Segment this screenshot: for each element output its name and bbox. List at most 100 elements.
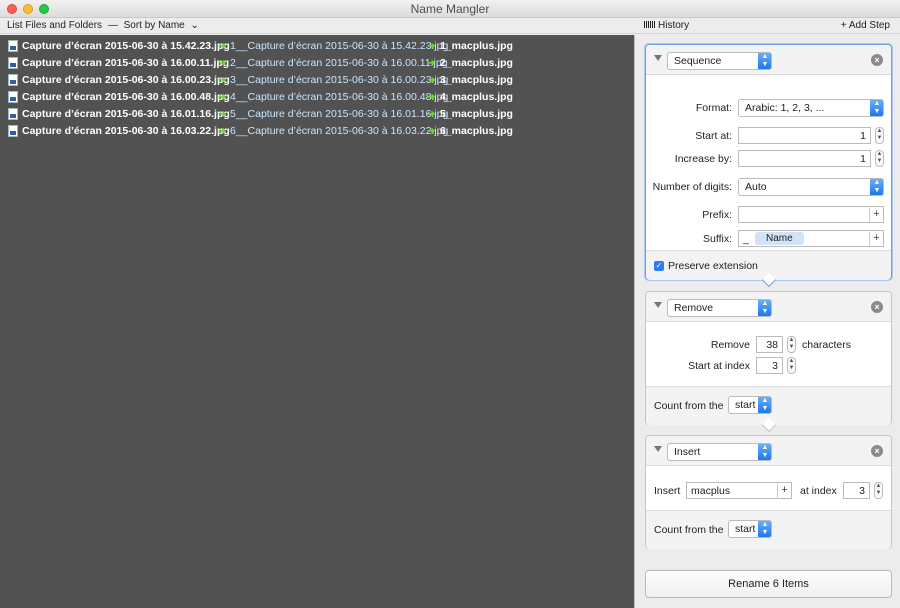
format-popup[interactable]: Arabic: 1, 2, 3, ... ▲ ▼ <box>738 99 884 117</box>
count-from-label: Count from the <box>654 524 724 536</box>
remove-step-header: Remove ▲ ▼ × <box>646 292 891 322</box>
disclosure-triangle-icon[interactable] <box>654 55 662 61</box>
start-at-index-stepper[interactable]: ▲ ▼ <box>787 357 796 374</box>
arrow-right-icon: ➜ <box>218 109 227 120</box>
popup-arrows-icon: ▲ ▼ <box>758 521 771 537</box>
remove-step-icon[interactable]: × <box>871 445 883 457</box>
disclosure-triangle-icon[interactable] <box>654 302 662 308</box>
popup-arrows-icon: ▲ ▼ <box>870 179 883 195</box>
increase-by-label: Increase by: <box>674 153 732 165</box>
remove-step-icon[interactable]: × <box>871 54 883 66</box>
popup-arrows-icon: ▲ ▼ <box>758 444 771 460</box>
remove-step-icon[interactable]: × <box>871 301 883 313</box>
insert-step-footer: Count from the start ▲ ▼ <box>646 510 891 549</box>
original-filename: Capture d’écran 2015-06-30 à 15.42.23.jp… <box>22 40 230 52</box>
step-type-popup-insert[interactable]: Insert ▲ ▼ <box>667 443 772 461</box>
prefix-field[interactable]: + <box>738 206 884 223</box>
step-type-popup-sequence[interactable]: Sequence ▲ ▼ <box>667 52 772 70</box>
rename-items-button[interactable]: Rename 6 Items <box>645 570 892 598</box>
arrow-right-icon: ➜ <box>427 41 436 52</box>
remove-label: Remove <box>710 339 750 351</box>
file-row[interactable]: Capture d’écran 2015-06-30 à 16.03.22.jp… <box>0 123 634 140</box>
add-step-button[interactable]: + Add Step <box>841 20 890 31</box>
sort-menu[interactable]: Sort by Name <box>124 20 185 31</box>
intermediate-filename: 2__Capture d’écran 2015-06-30 à 16.00.11… <box>230 57 448 69</box>
name-token[interactable]: Name <box>755 232 804 245</box>
original-filename: Capture d’écran 2015-06-30 à 16.01.16.jp… <box>22 108 230 120</box>
sequence-step-header: Sequence ▲ ▼ × <box>646 45 891 75</box>
step-type-label: Remove <box>674 302 714 314</box>
step-type-popup-remove[interactable]: Remove ▲ ▼ <box>667 299 772 317</box>
file-row[interactable]: Capture d’écran 2015-06-30 à 16.00.11.jp… <box>0 55 634 72</box>
number-of-digits-popup[interactable]: Auto ▲ ▼ <box>738 178 884 196</box>
file-row[interactable]: Capture d’écran 2015-06-30 à 15.42.23.jp… <box>0 38 634 55</box>
arrow-right-icon: ➜ <box>427 58 436 69</box>
chevron-down-icon[interactable]: ⌄ <box>191 20 199 31</box>
arrow-right-icon: ➜ <box>427 109 436 120</box>
new-filename: 1_macplus.jpg <box>440 40 513 52</box>
arrow-right-icon: ➜ <box>218 58 227 69</box>
original-filename: Capture d’écran 2015-06-30 à 16.03.22.jp… <box>22 125 230 137</box>
at-index-stepper[interactable]: ▲ ▼ <box>874 482 883 499</box>
arrow-right-icon: ➜ <box>427 92 436 103</box>
file-list[interactable]: Capture d’écran 2015-06-30 à 15.42.23.jp… <box>0 35 634 608</box>
remove-step-card: Remove ▲ ▼ × Remove 38 ▲ ▼ characters Star… <box>645 291 892 433</box>
original-filename: Capture d’écran 2015-06-30 à 16.00.48.jp… <box>22 91 230 103</box>
remove-count-field[interactable]: 38 <box>756 336 783 353</box>
insert-text-value: macplus <box>691 485 731 497</box>
number-of-digits-value: Auto <box>745 181 767 193</box>
count-from-value: start <box>735 399 756 411</box>
step-type-label: Sequence <box>674 55 722 67</box>
at-index-field[interactable]: 3 <box>843 482 870 499</box>
format-value: Arabic: 1, 2, 3, ... <box>745 102 825 114</box>
sequence-step-card: Sequence ▲ ▼ × Format: Arabic: 1, 2, 3, .… <box>645 44 892 288</box>
add-token-plus-icon[interactable]: + <box>869 230 883 247</box>
start-at-index-field[interactable]: 3 <box>756 357 783 374</box>
count-from-popup[interactable]: start ▲ ▼ <box>728 396 772 414</box>
count-from-popup[interactable]: start ▲ ▼ <box>728 520 772 538</box>
jpeg-file-icon <box>8 91 18 103</box>
intermediate-filename: 4__Capture d’écran 2015-06-30 à 16.00.48… <box>230 91 449 103</box>
steps-panel: Sequence ▲ ▼ × Format: Arabic: 1, 2, 3, .… <box>634 35 900 608</box>
popup-arrows-icon: ▲ ▼ <box>758 53 771 69</box>
jpeg-file-icon <box>8 125 18 137</box>
disclosure-triangle-icon[interactable] <box>654 446 662 452</box>
suffix-literal: _ <box>743 233 749 245</box>
arrow-right-icon: ➜ <box>218 126 227 137</box>
remove-count-stepper[interactable]: ▲ ▼ <box>787 336 796 353</box>
insert-text-field[interactable]: macplus + <box>686 482 792 499</box>
jpeg-file-icon <box>8 74 18 86</box>
window-title: Name Mangler <box>410 2 490 16</box>
title-bar: Name Mangler <box>0 0 900 18</box>
list-options: List Files and Folders — Sort by Name ⌄ <box>7 20 202 31</box>
separator-dash: — <box>107 20 118 31</box>
jpeg-file-icon <box>8 108 18 120</box>
popup-arrows-icon: ▲ ▼ <box>758 300 771 316</box>
add-token-plus-icon[interactable]: + <box>869 206 883 223</box>
list-files-menu[interactable]: List Files and Folders <box>7 20 102 31</box>
start-at-field[interactable]: 1 <box>738 127 871 144</box>
new-filename: 5_macplus.jpg <box>440 108 513 120</box>
add-token-plus-icon[interactable]: + <box>777 482 791 499</box>
intermediate-filename: 3__Capture d’écran 2015-06-30 à 16.00.23… <box>230 74 449 86</box>
start-at-stepper[interactable]: ▲ ▼ <box>875 127 884 144</box>
popup-arrows-icon: ▲ ▼ <box>758 397 771 413</box>
insert-step-card: Insert ▲ ▼ × Insert macplus + at index 3 … <box>645 435 892 549</box>
suffix-label: Suffix: <box>703 233 732 245</box>
insert-step-header: Insert ▲ ▼ × <box>646 436 891 466</box>
history-label: History <box>658 20 690 31</box>
preserve-extension-checkbox[interactable]: ✓ <box>654 261 664 271</box>
increase-by-stepper[interactable]: ▲ ▼ <box>875 150 884 167</box>
popup-arrows-icon: ▲ ▼ <box>870 100 883 116</box>
arrow-right-icon: ➜ <box>218 75 227 86</box>
intermediate-filename: 1__Capture d’écran 2015-06-30 à 15.42.23… <box>230 40 449 52</box>
increase-by-field[interactable]: 1 <box>738 150 871 167</box>
suffix-field[interactable]: _ Name + <box>738 230 884 247</box>
new-filename: 3_macplus.jpg <box>440 74 513 86</box>
file-row[interactable]: Capture d’écran 2015-06-30 à 16.00.23.jp… <box>0 72 634 89</box>
file-row[interactable]: Capture d’écran 2015-06-30 à 16.01.16.jp… <box>0 106 634 123</box>
preserve-extension-label: Preserve extension <box>668 260 758 272</box>
count-from-label: Count from the <box>654 400 724 412</box>
history-button[interactable]: History <box>644 20 689 31</box>
file-row[interactable]: Capture d’écran 2015-06-30 à 16.00.48.jp… <box>0 89 634 106</box>
